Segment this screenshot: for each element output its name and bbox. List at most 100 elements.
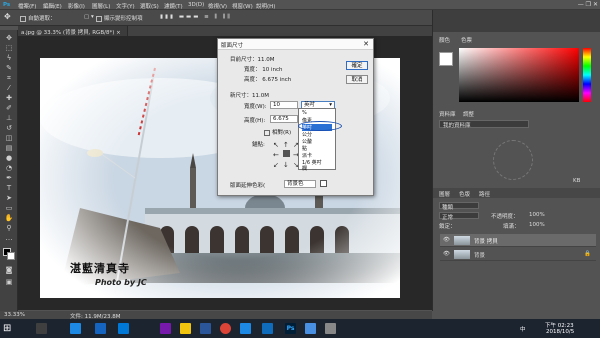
layer-filter-kind[interactable]: 種類 xyxy=(439,202,479,211)
height-value: 6.675 xyxy=(273,116,289,122)
menu-filter[interactable]: 濾鏡(T) xyxy=(164,2,183,10)
background-color-swatch[interactable] xyxy=(7,252,15,260)
tab-channels[interactable]: 色版 xyxy=(459,190,470,198)
height-input[interactable]: 6.675 xyxy=(270,115,298,123)
fg-color-chip[interactable] xyxy=(439,52,453,66)
layer-row[interactable]: 👁 背景 拷貝 xyxy=(440,234,596,247)
photoshop-taskbar-icon[interactable]: Ps xyxy=(285,323,296,334)
tab-library[interactable]: 資料庫 xyxy=(439,110,456,118)
menu-type[interactable]: 文字(Y) xyxy=(116,2,135,10)
hand-tool-icon[interactable]: ✋ xyxy=(4,214,14,223)
tab-swatches[interactable]: 色票 xyxy=(461,36,472,44)
marquee-tool-icon[interactable]: ⬚ xyxy=(4,44,14,53)
brush-tool-icon[interactable]: ✐ xyxy=(4,104,14,113)
file-explorer-icon[interactable] xyxy=(180,323,191,334)
visibility-eye-icon[interactable]: 👁 xyxy=(443,251,450,257)
gradient-tool-icon[interactable]: ▤ xyxy=(4,144,14,153)
menu-layer[interactable]: 圖層(L) xyxy=(92,2,110,10)
healing-brush-icon[interactable]: ✚ xyxy=(4,94,14,103)
hue-slider[interactable] xyxy=(583,48,591,102)
unit-option[interactable]: % xyxy=(302,110,307,116)
align-icons[interactable]: ▮▮▮ ▬▬▬ ≡ ⫼ ⫼⫼ xyxy=(160,14,232,21)
menu-help[interactable]: 說明(H) xyxy=(256,2,275,10)
pen-tool-icon[interactable]: ✒ xyxy=(4,174,14,183)
search-icon[interactable] xyxy=(36,323,47,334)
app-icon[interactable] xyxy=(240,323,251,334)
screen-mode-icon[interactable]: ▣ xyxy=(4,278,14,287)
document-tab[interactable]: a.jpg @ 33.3% (背景 拷貝, RGB/8*) × xyxy=(18,26,128,36)
window-controls[interactable]: — ❐ ✕ xyxy=(578,1,598,8)
blur-tool-icon[interactable]: ● xyxy=(4,154,14,163)
media-player-icon[interactable] xyxy=(305,323,316,334)
taskbar-date[interactable]: 2018/10/5 xyxy=(546,329,574,335)
history-brush-icon[interactable]: ↺ xyxy=(4,124,14,133)
cancel-button[interactable]: 取消 xyxy=(346,75,368,84)
quick-select-icon[interactable]: ✎ xyxy=(4,64,14,73)
zoom-tool-icon[interactable]: ⚲ xyxy=(4,224,14,233)
move-tool-icon[interactable]: ✥ xyxy=(4,34,14,43)
menu-file[interactable]: 檔案(F) xyxy=(18,2,36,10)
show-transform-checkbox[interactable]: 顯示變形控制項 xyxy=(96,14,143,22)
layer-name[interactable]: 背景 拷貝 xyxy=(474,237,498,245)
tab-color[interactable]: 顏色 xyxy=(439,36,450,44)
opacity-value[interactable]: 100% xyxy=(529,212,545,218)
task-view-icon[interactable] xyxy=(70,323,81,334)
clone-stamp-icon[interactable]: ⊥ xyxy=(4,114,14,123)
library-select[interactable]: 我的資料庫 xyxy=(439,120,529,129)
type-tool-icon[interactable]: T xyxy=(4,184,14,193)
auto-select-checkbox[interactable]: 自動選取： xyxy=(20,14,56,22)
zoom-level[interactable]: 33.33% xyxy=(4,312,25,318)
ext-color-select[interactable]: 背景色 xyxy=(284,180,316,188)
shape-tool-icon[interactable]: ▭ xyxy=(4,204,14,213)
store-icon[interactable] xyxy=(118,323,129,334)
visibility-eye-icon[interactable]: 👁 xyxy=(443,237,450,243)
ext-color-swatch[interactable] xyxy=(320,180,327,187)
unit-option[interactable]: 公釐 xyxy=(302,138,312,145)
move-tool-icon[interactable]: ✥ xyxy=(4,12,11,21)
dodge-tool-icon[interactable]: ◔ xyxy=(4,164,14,173)
close-icon[interactable]: ✕ xyxy=(363,40,369,48)
word-icon[interactable] xyxy=(200,323,211,334)
width-input[interactable]: 10 xyxy=(270,101,298,109)
windows-start-icon[interactable]: ⊞ xyxy=(3,323,14,334)
menu-view[interactable]: 檢視(V) xyxy=(208,2,227,10)
lasso-tool-icon[interactable]: ϟ xyxy=(4,54,14,63)
input-language[interactable]: 中 xyxy=(520,325,526,333)
crop-tool-icon[interactable]: ⌗ xyxy=(4,74,14,83)
path-select-icon[interactable]: ➤ xyxy=(4,194,14,203)
layer-name[interactable]: 背景 xyxy=(474,251,485,259)
more-tools-icon[interactable]: … xyxy=(4,234,14,243)
unit-option[interactable]: 點 xyxy=(302,145,307,152)
menu-image[interactable]: 影像(I) xyxy=(68,2,85,10)
edge-icon[interactable] xyxy=(95,323,106,334)
color-field[interactable] xyxy=(459,48,579,102)
tab-layers[interactable]: 圖層 xyxy=(439,190,450,198)
menu-3d[interactable]: 3D(D) xyxy=(188,2,204,8)
eraser-tool-icon[interactable]: ◫ xyxy=(4,134,14,143)
tab-paths[interactable]: 路徑 xyxy=(479,190,490,198)
auto-select-dropdown[interactable]: ▢ ▾ xyxy=(84,14,94,20)
photoshop-logo-icon[interactable]: Ps xyxy=(3,2,10,8)
eyedropper-icon[interactable]: ⁄ xyxy=(4,84,14,93)
menu-window[interactable]: 視窗(W) xyxy=(232,2,253,10)
layer-row[interactable]: 👁 背景 🔒 xyxy=(440,248,596,261)
dialog-titlebar[interactable]: 版面尺寸 ✕ xyxy=(218,39,373,50)
unit-option[interactable]: 派卡 xyxy=(302,152,312,159)
calculator-icon[interactable] xyxy=(325,323,336,334)
blend-mode-select[interactable]: 正常 xyxy=(439,212,479,221)
watermark-cn: 湛藍清真寺 xyxy=(70,262,130,275)
unit-option[interactable]: 欄 xyxy=(302,165,307,172)
menu-edit[interactable]: 編輯(E) xyxy=(43,2,62,10)
unit-option[interactable]: 公分 xyxy=(302,131,312,138)
current-height: 高度： 6.675 inch xyxy=(244,77,292,83)
menu-select[interactable]: 選取(S) xyxy=(140,2,159,10)
chrome-icon[interactable] xyxy=(220,323,231,334)
taskbar-time[interactable]: 下午 02:23 xyxy=(545,321,574,329)
onenote-icon[interactable] xyxy=(160,323,171,334)
outlook-icon[interactable] xyxy=(262,323,273,334)
ok-button[interactable]: 確定 xyxy=(346,61,368,70)
relative-checkbox[interactable]: 相對(R) xyxy=(264,128,291,136)
quick-mask-icon[interactable]: ◙ xyxy=(4,266,14,275)
fill-value[interactable]: 100% xyxy=(529,222,545,228)
tab-adjustments[interactable]: 調整 xyxy=(463,110,474,118)
